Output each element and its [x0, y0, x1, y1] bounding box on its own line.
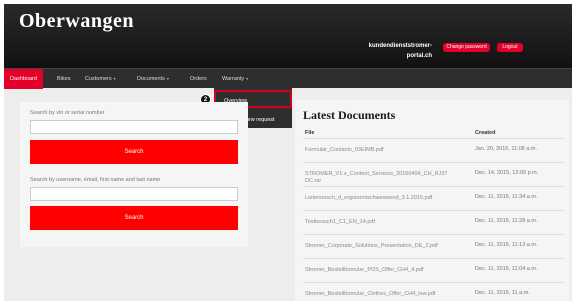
- table-row: Leitervorsch_d_ergonomischweswend_3.1.20…: [303, 186, 565, 210]
- table-row: Stromer_Corporate_Solutions_Presentation…: [303, 234, 565, 258]
- chevron-down-icon: ▾: [113, 76, 116, 81]
- document-link[interactable]: Stromer_Corporate_Solutions_Presentation…: [305, 243, 465, 250]
- chevron-down-icon: ▾: [166, 76, 169, 81]
- nav-customers[interactable]: Customers ▾: [79, 69, 122, 89]
- document-date: Dec. 11, 2015, 11 a.m.: [475, 290, 530, 296]
- documents-title: Latest Documents: [303, 108, 396, 122]
- column-header-file: File: [305, 130, 315, 136]
- document-date: Dec. 11, 2015, 11:34 a.m.: [475, 194, 538, 200]
- table-row: Formular_Contacts_03EIMB.pdf Jan. 20, 20…: [303, 138, 565, 162]
- nav-documents-label: Documents: [137, 76, 165, 82]
- vin-search-label: Search by vin or serial number: [30, 110, 105, 116]
- nav-bikes-label: Bikes: [57, 76, 71, 82]
- user-search-button[interactable]: Search: [30, 206, 238, 230]
- document-date: Dec. 14, 2015, 12:05 p.m.: [475, 170, 539, 176]
- change-password-button[interactable]: Change password: [443, 43, 490, 52]
- user-line-1: kundendienststromer-: [368, 43, 432, 49]
- top-header: Oberwangen kundendienststromer- portal.c…: [4, 4, 572, 68]
- table-row: Stromer_Bestellformular_Clothes_Offer_CH…: [303, 282, 565, 301]
- table-row: Testbesuch1_C1_EN_14.pdf Dec. 11, 2015, …: [303, 210, 565, 234]
- document-link[interactable]: STROMER_V1.x_Content_Services_20160404_C…: [305, 171, 465, 185]
- document-link[interactable]: Leitervorsch_d_ergonomischweswend_3.1.20…: [305, 195, 465, 202]
- brand-logo[interactable]: Oberwangen: [19, 10, 134, 33]
- nav-dashboard-label: Dashboard: [10, 76, 37, 82]
- user-search-label: Search by username, email, first name an…: [30, 177, 161, 183]
- nav-bikes[interactable]: Bikes: [51, 69, 76, 89]
- nav-warranty-label: Warranty: [222, 76, 245, 82]
- table-row: Stromer_Bestellformular_POS_Offer_CH4_4.…: [303, 258, 565, 282]
- document-link[interactable]: Testbesuch1_C1_EN_14.pdf: [305, 219, 465, 226]
- vin-search-input[interactable]: [30, 120, 238, 134]
- nav-warranty[interactable]: Warranty ▾: [216, 69, 254, 89]
- user-search-input[interactable]: [30, 187, 238, 201]
- search-panel: Search by vin or serial number Search Se…: [20, 102, 248, 247]
- user-account: kundendienststromer- portal.ch: [340, 41, 432, 61]
- document-date: Dec. 11, 2015, 11:04 a.m.: [475, 266, 538, 272]
- nav-dashboard[interactable]: Dashboard: [4, 69, 43, 89]
- latest-documents-panel: Latest Documents File Created Formular_C…: [295, 100, 569, 301]
- nav-customers-label: Customers: [85, 76, 112, 82]
- main-nav: Dashboard Bikes Customers ▾ Documents ▾ Or…: [4, 68, 572, 89]
- document-date: Dec. 11, 2015, 11:28 a.m.: [475, 218, 538, 224]
- table-row: STROMER_V1.x_Content_Services_20160404_C…: [303, 162, 565, 186]
- nav-documents[interactable]: Documents ▾: [131, 69, 175, 89]
- document-link[interactable]: Stromer_Bestellformular_POS_Offer_CH4_4.…: [305, 267, 465, 274]
- browser-content: Oberwangen kundendienststromer- portal.c…: [4, 4, 572, 301]
- document-link[interactable]: Formular_Contacts_03EIMB.pdf: [305, 147, 465, 154]
- column-header-created: Created: [475, 130, 496, 136]
- nav-orders-label: Orders: [190, 76, 207, 82]
- document-link[interactable]: Stromer_Bestellformular_Clothes_Offer_CH…: [305, 291, 465, 298]
- logout-button[interactable]: Logout: [497, 43, 523, 52]
- user-line-2: portal.ch: [406, 53, 432, 59]
- nav-orders[interactable]: Orders: [184, 69, 213, 89]
- vin-search-button[interactable]: Search: [30, 140, 238, 164]
- document-date: Jan. 20, 2016, 11:08 a.m.: [475, 146, 537, 152]
- chevron-down-icon: ▾: [246, 76, 249, 81]
- document-date: Dec. 11, 2015, 11:13 a.m.: [475, 242, 538, 248]
